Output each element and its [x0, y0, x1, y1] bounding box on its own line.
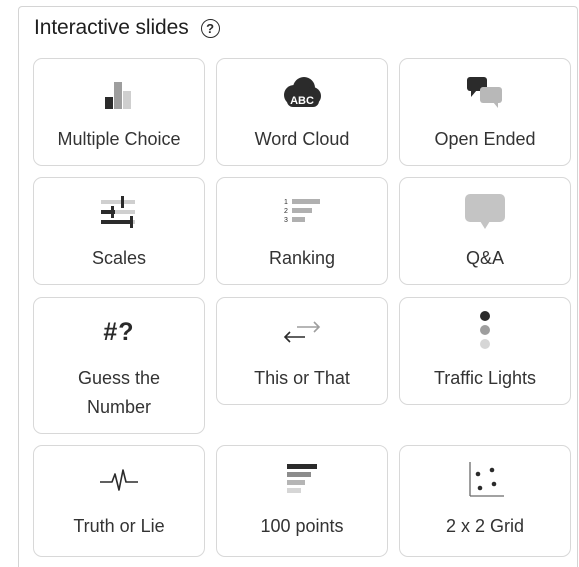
slide-type-scales[interactable]: Scales — [33, 177, 205, 285]
rank-number: 1 — [284, 199, 288, 206]
card-label: 2 x 2 Grid — [445, 516, 525, 536]
card-label: Word Cloud — [254, 129, 350, 149]
sliders-icon — [34, 192, 204, 232]
hash-question-icon: #? — [103, 317, 135, 346]
cloud-abc-text: ABC — [290, 95, 314, 107]
pulse-icon — [34, 460, 204, 500]
traffic-light-icon — [400, 311, 570, 352]
rank-number: 3 — [284, 217, 288, 224]
swap-arrows-icon — [217, 312, 387, 352]
bar-chart-icon — [34, 73, 204, 113]
card-label: This or That — [254, 368, 350, 388]
card-label: Truth or Lie — [73, 516, 165, 536]
cloud-abc-icon: ABC — [217, 73, 387, 113]
card-label: Scales — [91, 248, 147, 268]
stacked-bars-icon — [217, 460, 387, 500]
slide-type-2x2-grid[interactable]: 2 x 2 Grid — [399, 445, 571, 557]
help-icon[interactable]: ? — [200, 18, 220, 38]
panel-title: Interactive slides — [34, 16, 189, 39]
slide-type-100-points[interactable]: 100 points — [216, 445, 388, 557]
slide-type-ranking[interactable]: 1 2 3 Ranking — [216, 177, 388, 285]
slide-type-guess-the-number[interactable]: #? Guess the Number — [33, 297, 205, 434]
ranked-list-icon: 1 2 3 — [217, 192, 387, 232]
slide-type-multiple-choice[interactable]: Multiple Choice — [33, 58, 205, 166]
card-label: Traffic Lights — [433, 368, 537, 388]
card-label: Q&A — [465, 248, 504, 268]
slide-type-this-or-that[interactable]: This or That — [216, 297, 388, 405]
slide-type-open-ended[interactable]: Open Ended — [399, 58, 571, 166]
card-label: Guess the Number — [77, 368, 161, 417]
card-label: Multiple Choice — [57, 129, 181, 149]
rank-number: 2 — [284, 208, 288, 215]
panel-header: Interactive slides ? — [34, 16, 220, 40]
card-label: 100 points — [260, 516, 344, 536]
slide-type-word-cloud[interactable]: ABC Word Cloud — [216, 58, 388, 166]
speech-bubble-icon — [400, 192, 570, 232]
slide-type-traffic-lights[interactable]: Traffic Lights — [399, 297, 571, 405]
speech-bubbles-icon — [400, 73, 570, 113]
quadrant-dots-icon — [400, 460, 570, 500]
card-label: Open Ended — [434, 129, 536, 149]
card-label: Ranking — [268, 248, 336, 268]
slide-type-truth-or-lie[interactable]: Truth or Lie — [33, 445, 205, 557]
slide-type-qa[interactable]: Q&A — [399, 177, 571, 285]
